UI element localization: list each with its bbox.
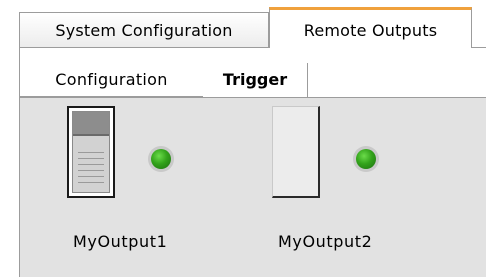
- tab-configuration[interactable]: Configuration: [20, 63, 203, 97]
- myoutput2-toggle-switch[interactable]: [272, 106, 320, 198]
- outer-tab-strip: System Configuration Remote Outputs: [0, 0, 486, 48]
- myoutput2-status-led-icon: [353, 146, 379, 172]
- tab-remote-outputs[interactable]: Remote Outputs: [269, 7, 472, 48]
- remote-outputs-window: System Configuration Remote Outputs Conf…: [0, 0, 486, 277]
- myoutput1-label: MyOutput1: [73, 232, 168, 251]
- tab-trigger[interactable]: Trigger: [203, 63, 308, 97]
- myoutput1-toggle-switch[interactable]: [67, 106, 115, 198]
- myoutput2-label: MyOutput2: [278, 232, 373, 251]
- myoutput1-status-led-icon: [148, 146, 174, 172]
- tab-system-configuration[interactable]: System Configuration: [19, 12, 269, 48]
- trigger-panel: MyOutput1 MyOutput2: [20, 97, 486, 277]
- toggle-switch-icon: [72, 111, 110, 193]
- remote-outputs-panel: Configuration Trigger MyOutput1 MyOutput…: [19, 47, 486, 277]
